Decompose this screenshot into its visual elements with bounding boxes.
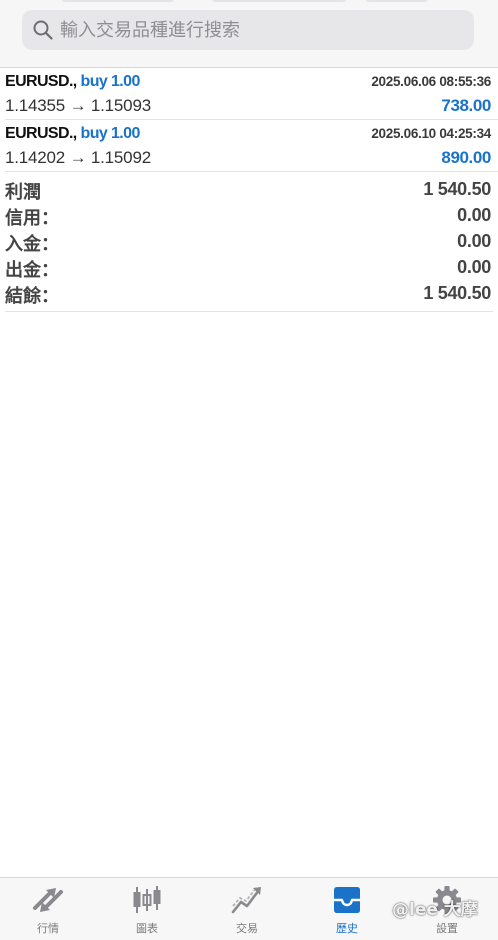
- history-screen: EURUSD., buy 1.00 2025.06.06 08:55:36 1.…: [0, 0, 498, 940]
- deal-side: buy 1.00: [80, 73, 141, 90]
- summary-row-balance: 結餘： 1 540.50: [5, 280, 493, 307]
- segment-hint[interactable]: [366, 0, 428, 2]
- chart-icon: [133, 886, 161, 913]
- search-icon: [33, 20, 53, 40]
- summary-block: 利潤 1 540.50 信用： 0.00 入金： 0.00 出金： 0.00 結…: [5, 176, 493, 312]
- summary-value: 1 540.50: [423, 283, 491, 303]
- tab-label: 歷史: [336, 922, 358, 935]
- quotes-icon: [33, 888, 63, 912]
- tab-label: 交易: [236, 922, 258, 935]
- deal-side: buy 1.00: [80, 125, 141, 142]
- summary-label: 結餘：: [5, 286, 59, 307]
- tab-label: 圖表: [136, 922, 158, 935]
- summary-value: 1 540.50: [423, 179, 491, 199]
- summary-value: 0.00: [457, 205, 491, 225]
- deal-symbol: EURUSD.,: [5, 125, 77, 142]
- deal-row[interactable]: EURUSD., buy 1.00 2025.06.10 04:25:34 1.…: [5, 120, 498, 172]
- segment-hint[interactable]: [212, 0, 346, 2]
- deal-row[interactable]: EURUSD., buy 1.00 2025.06.06 08:55:36 1.…: [5, 68, 498, 120]
- summary-label: 信用：: [5, 208, 59, 229]
- summary-row-withdrawal: 出金： 0.00: [5, 254, 493, 281]
- summary-value: 0.00: [457, 257, 491, 277]
- deal-symbol: EURUSD.,: [5, 73, 77, 90]
- tab-trade[interactable]: 交易: [207, 878, 287, 940]
- summary-label: 出金：: [5, 260, 59, 281]
- summary-label: 利潤: [5, 182, 41, 203]
- watermark: @lee 大摩: [392, 900, 478, 920]
- deal-prices: 1.14355 → 1.15093: [5, 96, 151, 115]
- tab-history[interactable]: 歷史: [307, 878, 387, 940]
- trade-icon: [231, 887, 261, 914]
- search-bar[interactable]: [22, 10, 474, 50]
- summary-label: 入金：: [5, 234, 59, 255]
- tab-quotes[interactable]: 行情: [8, 878, 88, 940]
- summary-value: 0.00: [457, 231, 491, 251]
- tab-chart[interactable]: 圖表: [107, 878, 187, 940]
- tab-label: 行情: [37, 922, 59, 935]
- deal-time: 2025.06.10 04:25:34: [371, 126, 491, 141]
- summary-row-profit: 利潤 1 540.50: [5, 176, 493, 203]
- header-area: [0, 0, 498, 68]
- deal-list: EURUSD., buy 1.00 2025.06.06 08:55:36 1.…: [0, 68, 498, 172]
- deal-profit: 738.00: [441, 96, 491, 115]
- deal-time: 2025.06.06 08:55:36: [371, 74, 491, 89]
- deal-symbol-line: EURUSD., buy 1.00: [5, 125, 140, 143]
- tab-label: 設置: [436, 922, 458, 935]
- segment-hint[interactable]: [62, 0, 174, 2]
- history-icon: [334, 887, 360, 913]
- summary-row-credit: 信用： 0.00: [5, 202, 493, 229]
- deal-symbol-line: EURUSD., buy 1.00: [5, 73, 140, 91]
- deal-profit: 890.00: [441, 148, 491, 167]
- summary-row-deposit: 入金： 0.00: [5, 228, 493, 255]
- deal-prices: 1.14202 → 1.15092: [5, 148, 151, 167]
- search-input[interactable]: [60, 15, 460, 45]
